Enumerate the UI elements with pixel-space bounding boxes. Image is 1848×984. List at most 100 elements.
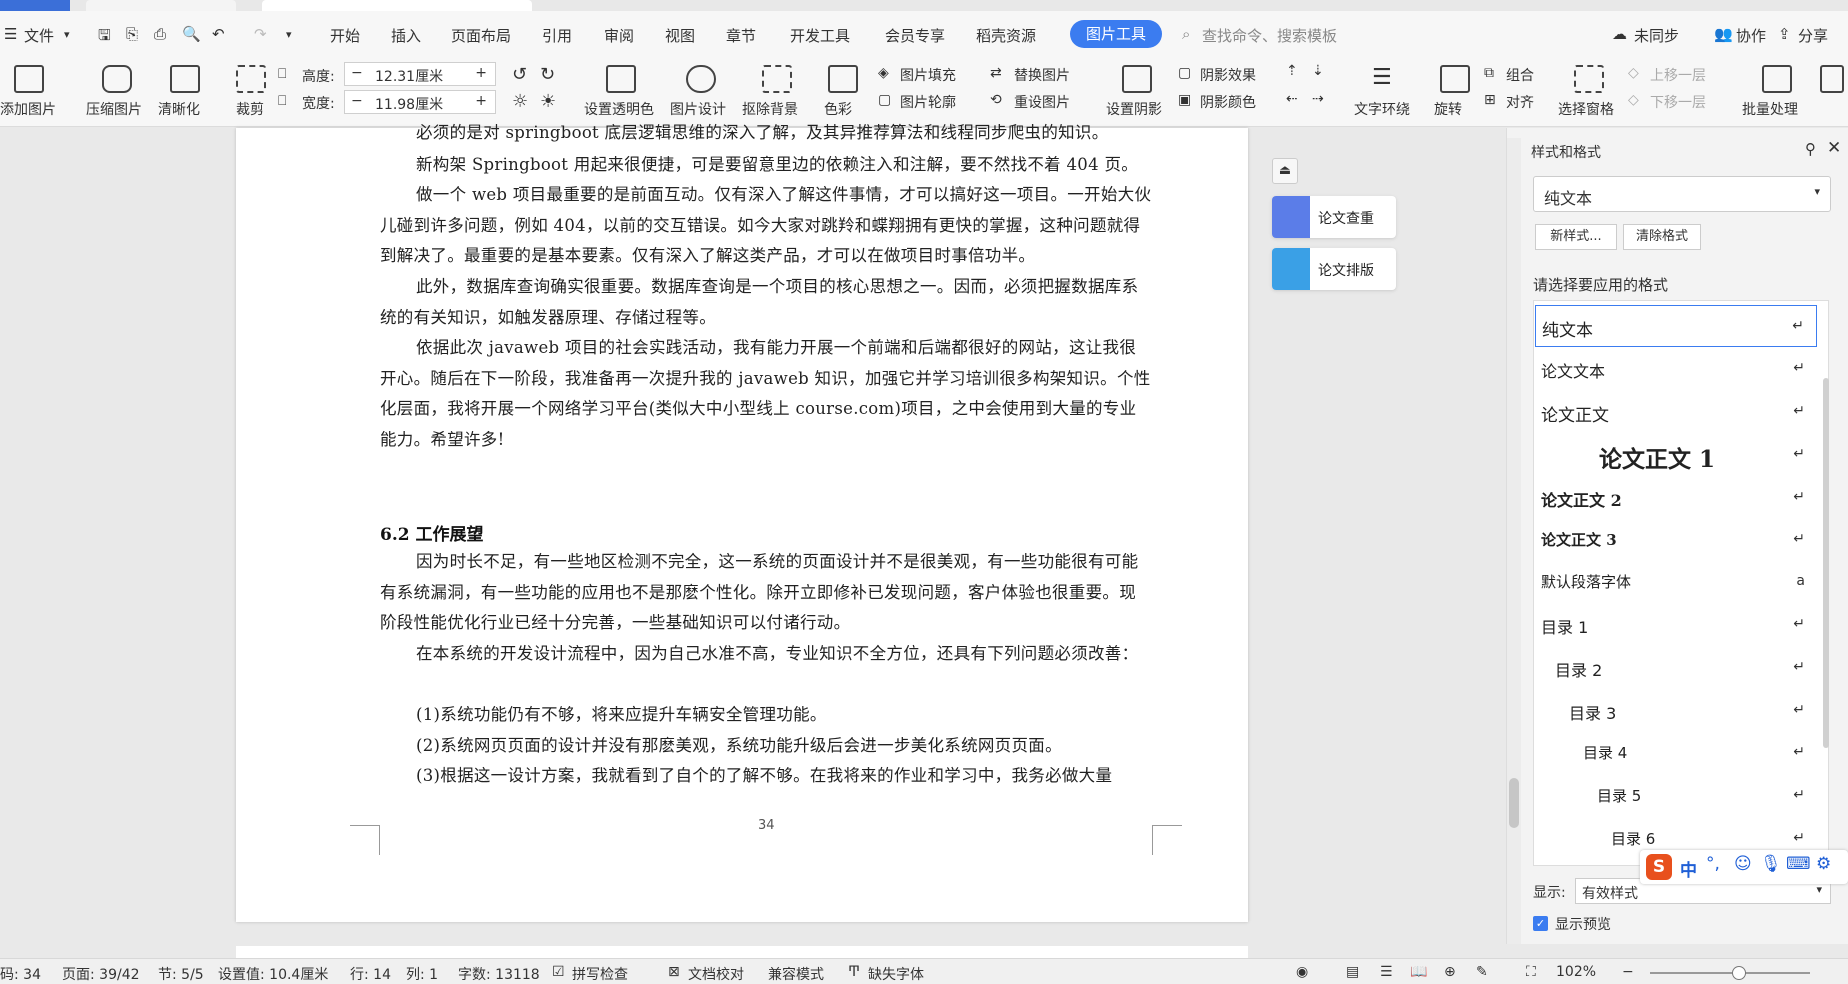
more-icon[interactable]: ▾ (286, 28, 292, 41)
zoom-level[interactable]: 102% (1556, 964, 1596, 980)
style-item[interactable]: 目录 4 ↵ (1535, 732, 1817, 774)
remove-bg-button[interactable]: 抠除背景 (742, 99, 798, 119)
minus-icon[interactable]: − (351, 65, 363, 81)
lock-ratio-icon-2[interactable]: ⎕ (278, 93, 286, 109)
style-item[interactable]: 论文正文 1 ↵ (1535, 434, 1817, 476)
microphone-icon[interactable]: 🎙 (1760, 854, 1782, 874)
emoji-icon[interactable]: ☺ (1734, 854, 1752, 874)
settings-icon[interactable]: ⚙ (1816, 854, 1831, 874)
doc-tab-inactive[interactable] (86, 0, 236, 11)
pin-icon[interactable]: ⚲ (1805, 140, 1816, 158)
zoom-out-icon[interactable]: − (1622, 964, 1634, 980)
export-icon[interactable]: ⎘ (126, 25, 138, 43)
style-item[interactable]: 论文正文 2 ↵ (1535, 477, 1817, 519)
new-style-button[interactable]: 新样式... (1535, 224, 1617, 250)
print-icon[interactable]: ⎙ (154, 25, 166, 43)
paragraph[interactable]: 必须的是对 springboot 底层逻辑思维的深入了解，及其异推荐算法和线程同… (380, 118, 1152, 144)
pen-icon[interactable]: ✎ (1476, 964, 1488, 980)
doc-tab-active[interactable] (262, 0, 532, 11)
save-icon[interactable]: 🖫 (98, 25, 111, 50)
rotate-left-icon[interactable]: ↺ (512, 64, 527, 85)
shadow-left-icon[interactable]: ⇠ (1286, 91, 1298, 107)
redo-icon[interactable]: ↷ (254, 25, 267, 43)
shadow-up-icon[interactable]: ⇡ (1286, 63, 1298, 79)
group-button[interactable]: 组合 (1506, 65, 1534, 85)
shadow-icon[interactable] (1122, 65, 1152, 93)
spellcheck-button[interactable]: 拼写检查 (572, 964, 628, 984)
tab-reference[interactable]: 引用 (542, 25, 572, 46)
col-status[interactable]: 列: 1 (406, 964, 438, 984)
sogou-logo-icon[interactable]: S (1646, 854, 1672, 880)
fill-icon[interactable]: ◈ (878, 65, 889, 81)
paragraph[interactable]: 此外，数据库查询确实很重要。数据库查询是一个项目的核心思想之一。因而，必须把握数… (380, 272, 1152, 333)
color-icon[interactable] (828, 65, 858, 93)
ime-language[interactable]: 中 (1680, 856, 1697, 881)
add-image-icon[interactable] (14, 65, 44, 93)
unsync-status[interactable]: 未同步 (1634, 25, 1679, 46)
preview-icon[interactable]: 🔍 (182, 25, 201, 43)
clear-format-button[interactable]: 清除格式 (1623, 224, 1701, 250)
rotate-right-icon[interactable]: ↻ (540, 64, 555, 85)
setting-status[interactable]: 设置值: 10.4厘米 (218, 964, 328, 984)
tab-review[interactable]: 审阅 (604, 25, 634, 46)
tab-member[interactable]: 会员专享 (885, 25, 945, 46)
collapse-icon[interactable]: ⏏ (1272, 158, 1298, 184)
batch-icon[interactable] (1762, 65, 1792, 93)
style-item[interactable]: 论文文本 ↵ (1535, 348, 1817, 390)
lock-ratio-icon[interactable]: ⎕ (278, 66, 286, 82)
close-icon[interactable]: ✕ (1827, 138, 1841, 158)
pane-title[interactable]: 样式和格式 (1531, 142, 1601, 162)
shadow-effect-icon[interactable]: ▢ (1178, 65, 1191, 81)
tab-home[interactable]: 开始 (330, 25, 360, 46)
page-status[interactable]: 页面: 39/42 (62, 964, 140, 984)
vertical-scrollbar[interactable] (1507, 138, 1521, 944)
paragraph[interactable]: 依据此次 javaweb 项目的社会实践活动，我有能力开展一个前端和后端都很好的… (380, 333, 1152, 455)
collab-button[interactable]: 协作 (1736, 25, 1766, 46)
compress-icon[interactable] (102, 65, 132, 93)
web-view-icon[interactable]: ⊕ (1444, 964, 1456, 980)
style-item[interactable]: 目录 1 ↵ (1535, 604, 1817, 646)
app-tab[interactable] (0, 0, 70, 11)
fit-page-icon[interactable]: ⛶ (1526, 964, 1536, 980)
height-value[interactable]: 12.31厘米 (375, 66, 443, 86)
add-image-button[interactable]: 添加图片 (0, 99, 56, 119)
replace-icon[interactable]: ⇄ (990, 65, 1002, 81)
missing-font-button[interactable]: 缺失字体 (868, 964, 924, 984)
style-item[interactable]: 论文正文 ↵ (1535, 391, 1817, 433)
image-outline-button[interactable]: 图片轮廓 (900, 92, 956, 112)
style-item-plain[interactable]: 纯文本 ↵ (1535, 305, 1817, 347)
shadow-right-icon[interactable]: ⇢ (1312, 91, 1324, 107)
tab-view[interactable]: 视图 (665, 25, 695, 46)
plus-icon[interactable]: + (475, 93, 487, 109)
group-icon[interactable]: ⧉ (1484, 65, 1494, 81)
chevron-down-icon[interactable]: ▾ (64, 28, 70, 41)
tab-insert[interactable]: 插入 (391, 25, 421, 46)
contrast-icon[interactable]: ☀ (540, 91, 556, 112)
height-stepper[interactable]: − 12.31厘米 + (344, 62, 496, 86)
menu-file[interactable]: 文件 (24, 25, 54, 46)
proofread-button[interactable]: 文档校对 (688, 964, 744, 984)
style-item[interactable]: 目录 5 ↵ (1535, 775, 1817, 817)
current-style-select[interactable]: 纯文本 ▾ (1533, 176, 1831, 212)
tab-docer[interactable]: 稻壳资源 (976, 25, 1036, 46)
align-icon[interactable]: ⊞ (1484, 92, 1496, 108)
row-status[interactable]: 行: 14 (350, 964, 391, 984)
select-pane-icon[interactable] (1574, 65, 1604, 93)
width-value[interactable]: 11.98厘米 (375, 94, 443, 114)
list-item[interactable]: (3)根据这一设计方案，我就看到了自个的了解不够。在我将来的作业和学习中，我务必… (380, 761, 1152, 792)
outline-icon[interactable]: ▢ (878, 92, 891, 108)
page-view-icon[interactable]: ▤ (1346, 964, 1359, 980)
bring-forward-button[interactable]: 上移一层 (1650, 65, 1706, 85)
text-wrap-button[interactable]: 文字环绕 (1354, 99, 1410, 119)
word-count-status[interactable]: 字数: 13118 (458, 964, 540, 984)
send-backward-button[interactable]: 下移一层 (1650, 92, 1706, 112)
crop-icon[interactable] (236, 65, 266, 93)
preview-checkbox[interactable]: ✓ (1533, 916, 1548, 931)
command-search[interactable]: 查找命令、搜索模板 (1202, 25, 1337, 46)
share-button[interactable]: 分享 (1798, 25, 1828, 46)
style-item[interactable]: 目录 2 ↵ (1535, 647, 1817, 689)
remove-bg-icon[interactable] (762, 65, 792, 93)
search-icon[interactable]: ⌕ (1182, 25, 1190, 43)
proofread-icon[interactable]: ⊠ (668, 964, 680, 980)
reset-icon[interactable]: ⟲ (990, 92, 1002, 108)
